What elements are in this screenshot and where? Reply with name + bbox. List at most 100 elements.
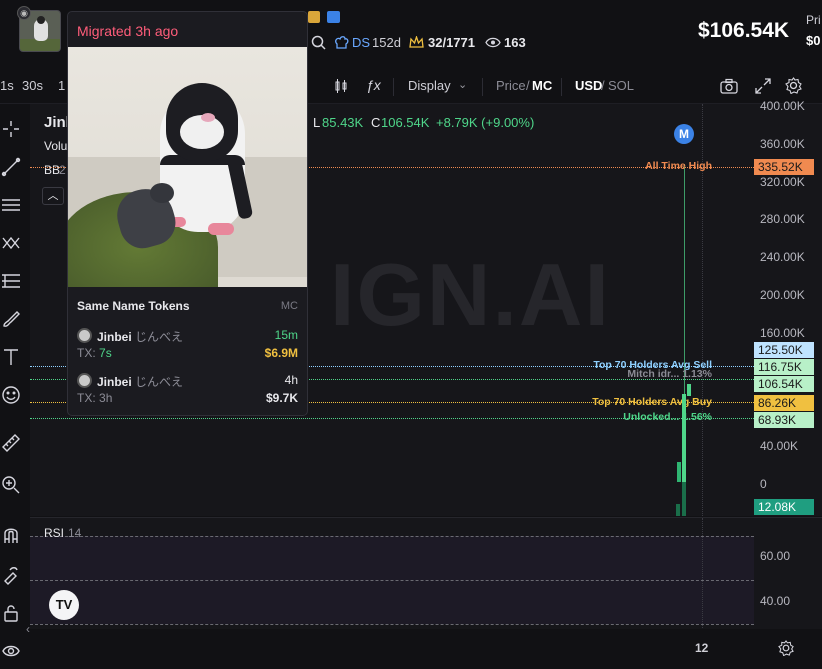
views-eye-icon bbox=[485, 37, 501, 48]
chef-hat-icon bbox=[335, 36, 349, 49]
unlocked-label: Unlocked... 1.56% bbox=[623, 411, 712, 423]
crosshair-vertical bbox=[702, 518, 703, 630]
token-row-tx: TX: 7s bbox=[77, 346, 112, 360]
token-row-mc: $9.7K bbox=[265, 391, 298, 405]
search-icon[interactable] bbox=[311, 35, 326, 50]
token-row-name[interactable]: Jinbei じんべえ bbox=[97, 328, 183, 345]
ds-label: DS bbox=[352, 35, 371, 50]
usd-toggle[interactable]: USD bbox=[575, 78, 602, 93]
ds-age: 152d bbox=[372, 35, 401, 50]
avatar bbox=[77, 328, 92, 343]
y-tick: 0 bbox=[760, 477, 767, 491]
popup-title: Migrated 3h ago bbox=[77, 23, 179, 39]
interval-1s[interactable]: 1s bbox=[0, 78, 14, 93]
token-row-age: 4h bbox=[284, 373, 298, 387]
x-tick: 12 bbox=[695, 641, 709, 655]
scroll-left-icon[interactable]: ‹ bbox=[26, 622, 30, 636]
unlocked-price-tag: 68.93K bbox=[754, 412, 814, 428]
candle bbox=[687, 384, 691, 396]
fullscreen-icon[interactable] bbox=[755, 78, 771, 94]
y-tick: 400.00K bbox=[760, 99, 805, 113]
current-price-tag: 106.54K bbox=[754, 376, 814, 392]
y-tick: 280.00K bbox=[760, 212, 805, 226]
mitch-label: Mitch idr... 1.13% bbox=[627, 368, 712, 380]
visibility-icon[interactable] bbox=[0, 640, 22, 662]
chevron-down-icon[interactable]: ⌄ bbox=[458, 78, 467, 91]
volume-bar bbox=[676, 504, 680, 516]
token-row-age: 15m bbox=[274, 328, 298, 342]
ruler-icon[interactable] bbox=[0, 432, 22, 454]
rsi-axis bbox=[754, 517, 822, 629]
rsi-pane[interactable]: RSI 14 TV bbox=[30, 517, 754, 630]
chart-settings-gear-icon[interactable] bbox=[778, 640, 794, 656]
rsi-label: RSI bbox=[44, 526, 65, 540]
slash-sep: / bbox=[601, 78, 605, 93]
sol-toggle[interactable]: SOL bbox=[608, 78, 634, 93]
legend-volume: Volu bbox=[44, 139, 68, 153]
legend-bb-period: 2 bbox=[59, 163, 66, 177]
social-links-icon[interactable] bbox=[308, 11, 320, 23]
magnet-icon[interactable] bbox=[0, 524, 22, 546]
crosshair-icon[interactable] bbox=[0, 118, 22, 140]
price-label: Pri bbox=[806, 13, 821, 27]
candles-icon[interactable] bbox=[333, 78, 349, 94]
trendline-icon[interactable] bbox=[0, 156, 22, 178]
fib-icon[interactable] bbox=[0, 270, 22, 292]
text-tool-icon[interactable] bbox=[0, 346, 22, 368]
rsi-tick: 40.00 bbox=[760, 594, 791, 608]
views-count: 163 bbox=[504, 35, 526, 50]
token-image bbox=[68, 47, 307, 287]
tradingview-logo[interactable]: TV bbox=[49, 590, 79, 620]
settings-gear-icon[interactable] bbox=[785, 77, 802, 94]
eye-icon[interactable]: ◉ bbox=[17, 6, 31, 20]
price-value: $0 bbox=[806, 33, 821, 48]
holders-count: 32/1771 bbox=[428, 35, 475, 50]
same-name-tokens-mc-header: MC bbox=[280, 300, 298, 312]
token-row-name[interactable]: Jinbei じんべえ bbox=[97, 373, 183, 390]
mc-toggle[interactable]: MC bbox=[532, 78, 552, 93]
volume-bar bbox=[682, 482, 686, 516]
y-tick: 240.00K bbox=[760, 250, 805, 264]
check-badge-icon bbox=[327, 11, 340, 23]
zoom-in-icon[interactable] bbox=[0, 474, 22, 496]
token-row-tx: TX: 3h bbox=[77, 391, 113, 405]
lock-icon[interactable] bbox=[0, 602, 22, 624]
brush-icon[interactable] bbox=[0, 308, 22, 330]
camera-icon[interactable] bbox=[720, 78, 738, 94]
rsi-middle-line bbox=[30, 580, 754, 581]
price-toggle[interactable]: Price bbox=[496, 78, 526, 93]
legend-close-value: 106.54K bbox=[381, 115, 430, 130]
y-tick: 360.00K bbox=[760, 137, 805, 151]
rsi-period: 14 bbox=[68, 526, 82, 540]
horizontal-lines-icon[interactable] bbox=[0, 194, 22, 216]
pattern-icon[interactable] bbox=[0, 232, 22, 254]
migration-marker[interactable]: M bbox=[674, 124, 694, 144]
y-tick: 200.00K bbox=[760, 288, 805, 302]
y-tick: 40.00K bbox=[760, 439, 799, 453]
token-hover-card: Migrated 3h ago Same Name Tokens MC Jinb… bbox=[67, 11, 308, 416]
drawing-toolbar bbox=[0, 104, 30, 669]
emoji-icon[interactable] bbox=[0, 384, 22, 406]
lock-drawing-icon[interactable] bbox=[0, 564, 22, 586]
rsi-tick: 60.00 bbox=[760, 549, 791, 563]
token-row-mc: $6.9M bbox=[264, 346, 298, 360]
ath-price-tag: 335.52K bbox=[754, 159, 814, 175]
legend-low-label: L bbox=[313, 115, 321, 130]
avatar bbox=[77, 373, 92, 388]
slash-sep: / bbox=[526, 78, 530, 93]
display-dropdown[interactable]: Display bbox=[408, 78, 451, 93]
chevron-up-icon: ︿ bbox=[47, 190, 59, 202]
collapse-legend-button[interactable]: ︿ bbox=[42, 187, 64, 205]
volume-price-tag: 12.08K bbox=[754, 499, 814, 515]
interval-30s[interactable]: 30s bbox=[22, 78, 43, 93]
interval-1m[interactable]: 1 bbox=[58, 78, 65, 93]
avg-buy-label: Top 70 Holders Avg Buy bbox=[592, 396, 712, 408]
rsi-lower-line bbox=[30, 624, 754, 625]
avg-buy-price-tag: 86.26K bbox=[754, 395, 814, 411]
legend-bb: BB bbox=[44, 163, 61, 177]
indicators-icon[interactable]: ƒx bbox=[366, 77, 381, 93]
crown-icon bbox=[409, 36, 424, 48]
candle bbox=[677, 462, 681, 482]
legend-low-value: 85.43K bbox=[322, 115, 364, 130]
y-tick: 160.00K bbox=[760, 326, 805, 340]
